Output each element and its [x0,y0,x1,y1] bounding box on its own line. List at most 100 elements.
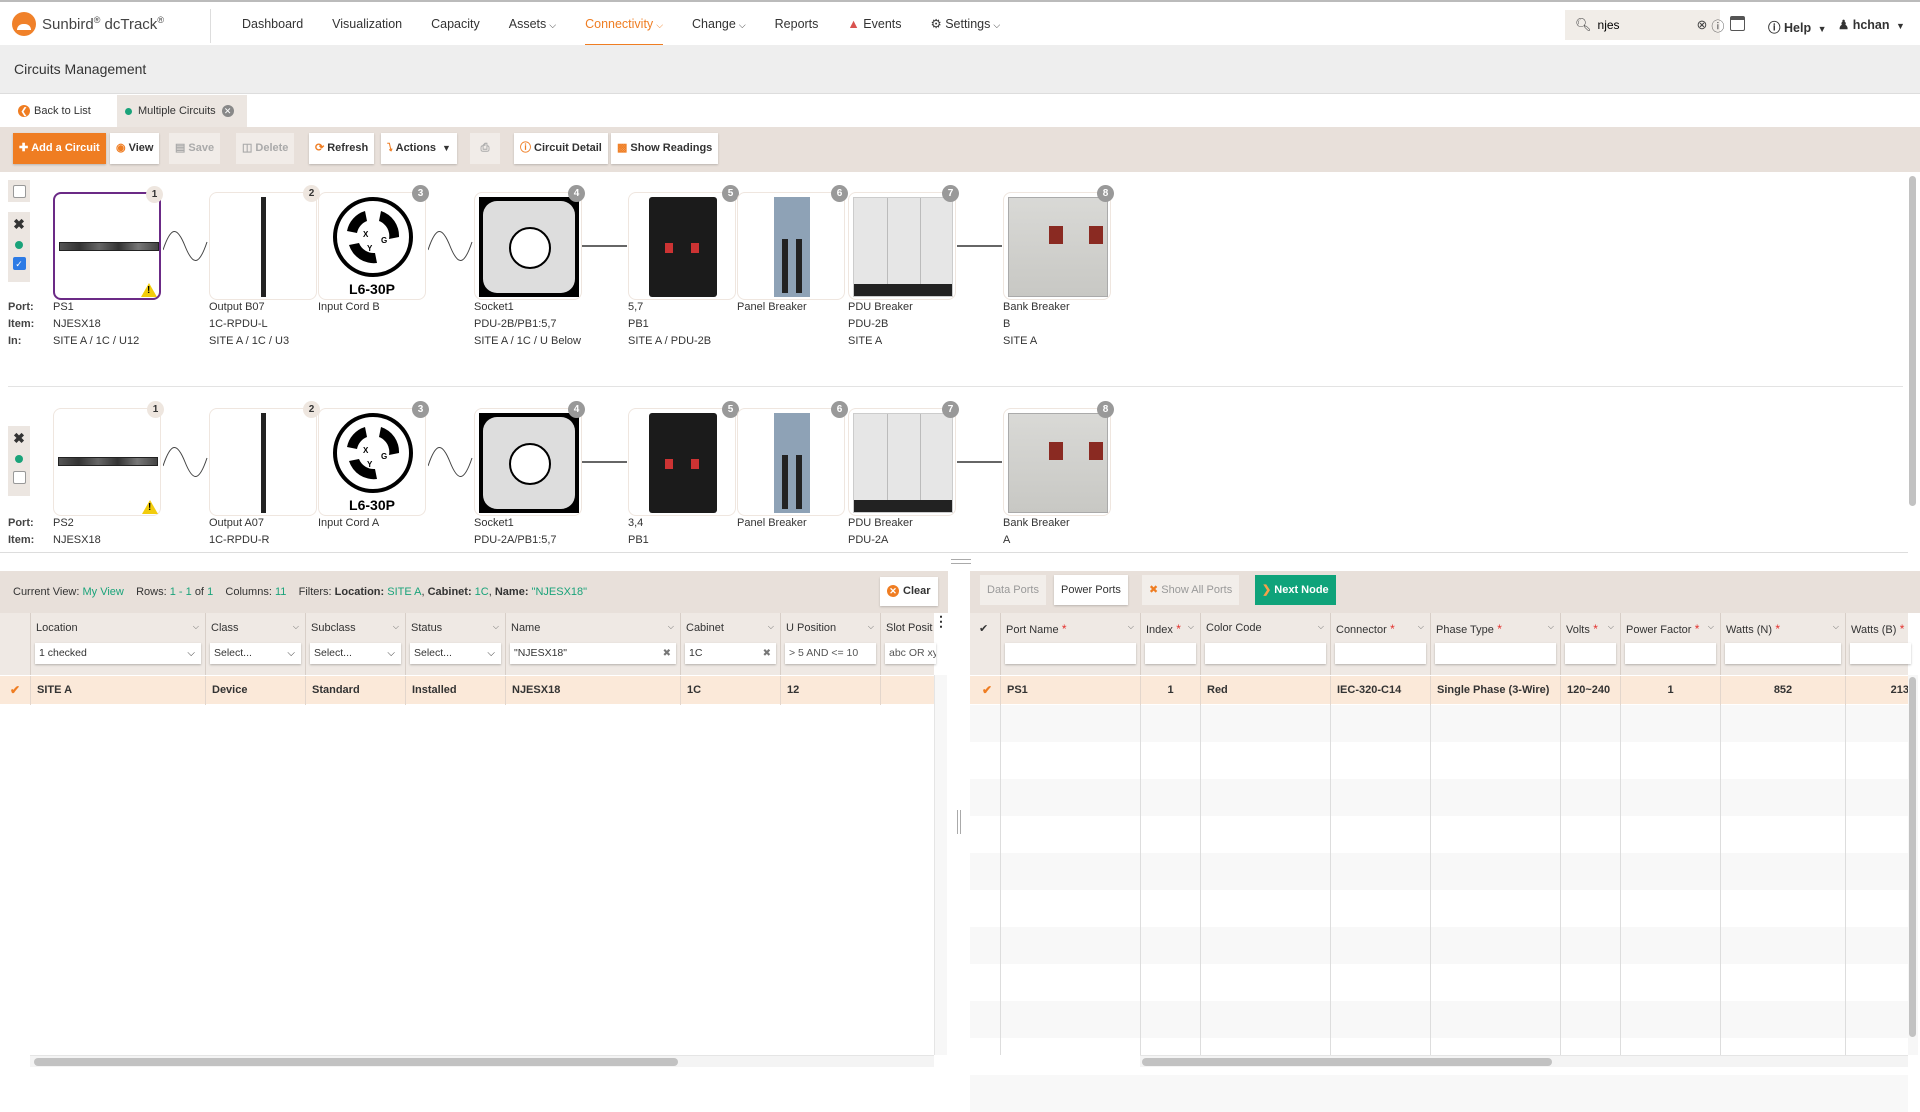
column-menu-chevron-icon[interactable]: ⌵ [493,622,499,632]
table-row[interactable]: ✔ SITE A Device Standard Installed NJESX18 1C 1… [0,675,934,705]
column-filter-input[interactable] [1205,643,1326,664]
scroll-thumb[interactable] [34,1058,678,1066]
column-filter-input[interactable] [1335,643,1426,664]
ports-grid-vscroll[interactable] [1909,677,1916,1037]
nav-item-change[interactable]: Change ⌵ [692,2,746,47]
column-header[interactable]: Name [511,622,540,634]
circuit-node-card[interactable]: 5 [628,401,739,516]
nav-item-settings[interactable]: ⚙ Settings ⌵ [931,2,1001,47]
column-header[interactable]: Volts * [1566,622,1598,636]
column-menu-chevron-icon[interactable]: ⌵ [1833,622,1839,632]
column-filter-input[interactable]: Select... ⌵ [310,643,401,664]
nav-item-capacity[interactable]: Capacity [431,2,480,47]
column-filter-input[interactable]: abc OR xyz*. [885,643,936,664]
column-menu-chevron-icon[interactable]: ⌵ [868,622,874,632]
column-filter-input[interactable] [1565,643,1616,664]
column-header[interactable]: Power Factor * [1626,622,1699,636]
column-header[interactable]: Status [411,622,442,634]
vertical-splitter-handle[interactable] [957,810,961,834]
column-header[interactable]: Location [36,622,78,634]
column-header[interactable]: Connector * [1336,622,1395,636]
search-input[interactable] [1597,18,1693,32]
circuit-node-card[interactable]: 1 [53,186,163,300]
column-header[interactable]: Cabinet [686,622,724,634]
logo[interactable]: Sunbird® dcTrack® [12,12,164,36]
column-filter-input[interactable]: 1 checked ⌵ [35,643,201,664]
circuit-node-card[interactable]: 4 [474,401,585,516]
search-help-icon[interactable]: ⓘ [1711,16,1724,35]
user-menu[interactable]: ♟ hchan ▼ [1838,17,1905,32]
circuit-node-card[interactable]: X G Y L6-30P 3 [318,185,429,300]
column-header[interactable]: Port Name * [1006,622,1067,636]
view-button[interactable]: ◉ View [110,133,160,164]
column-header[interactable]: Class [211,622,239,634]
circuit-node-card[interactable]: 2 [209,185,320,300]
items-grid-hscroll[interactable] [30,1055,934,1067]
column-menu-chevron-icon[interactable]: ⌵ [1188,622,1194,632]
data-ports-button[interactable]: Data Ports [980,575,1046,605]
current-view-link[interactable]: My View [83,586,124,598]
circuit-1-checkbox[interactable]: ✓ [12,257,26,270]
circuit-node-card[interactable]: 7 [848,401,959,516]
column-header[interactable]: Watts (N) * [1726,622,1780,636]
show-all-ports-button[interactable]: ✖ Show All Ports [1142,575,1240,605]
circuit-node-card[interactable]: 8 [1003,401,1114,516]
next-node-button[interactable]: ❯ Next Node [1255,575,1336,605]
print-button[interactable]: ⎙ [470,133,500,164]
circuit-node-card[interactable]: X G Y L6-30P 3 [318,401,429,516]
column-menu-chevron-icon[interactable]: ⌵ [1128,622,1134,632]
column-header[interactable]: Index * [1146,622,1181,636]
delete-button[interactable]: ◫ Delete [236,133,295,164]
column-filter-input[interactable]: "NJESX18" ✖ [510,643,676,664]
circuit-node-card[interactable]: 6 [737,185,848,300]
add-circuit-button[interactable]: ✚ Add a Circuit [13,133,106,164]
calendar-icon[interactable] [1730,16,1745,31]
nav-item-visualization[interactable]: Visualization [332,2,402,47]
ports-grid-hscroll[interactable] [1140,1055,1908,1067]
horizontal-splitter-handle[interactable] [951,559,971,564]
column-menu-chevron-icon[interactable]: ⌵ [393,622,399,632]
close-tab-icon[interactable]: ✕ [221,105,234,118]
remove-circuit-icon[interactable]: ✖ [8,430,30,447]
column-menu-chevron-icon[interactable]: ⌵ [193,622,199,632]
nav-item-reports[interactable]: Reports [775,2,819,47]
column-filter-input[interactable] [1145,643,1196,664]
column-filter-input[interactable] [1725,643,1841,664]
column-header[interactable]: Color Code [1206,622,1262,634]
save-button[interactable]: ▤ Save [169,133,221,164]
circuit-node-card[interactable]: 8 [1003,185,1114,300]
column-filter-input[interactable] [1005,643,1136,664]
column-menu-chevron-icon[interactable]: ⌵ [768,622,774,632]
nav-item-connectivity[interactable]: Connectivity ⌵ [585,2,663,47]
actions-dropdown[interactable]: ⭝ Actions ▼ [381,133,457,164]
back-to-list-tab[interactable]: ❮ Back to List [18,95,91,127]
circuit-detail-button[interactable]: ⓘ Circuit Detail [514,133,608,164]
clear-filter-icon[interactable]: ✖ [663,643,671,664]
column-menu-chevron-icon[interactable]: ⌵ [1318,622,1324,632]
power-ports-button[interactable]: Power Ports [1054,575,1128,605]
column-menu-chevron-icon[interactable]: ⌵ [668,622,674,632]
clear-search-icon[interactable]: ⊗ [1697,17,1708,33]
circuit-node-card[interactable]: 6 [737,401,848,516]
column-header[interactable]: Subclass [311,622,356,634]
help-menu[interactable]: ⓘ Help ▼ [1768,17,1827,36]
column-menu-icon[interactable]: ⋮ [934,614,948,641]
nav-item-dashboard[interactable]: Dashboard [242,2,303,47]
check-all-icon[interactable]: ✔ [979,622,988,635]
circuit-node-card[interactable]: 2 [209,401,320,516]
column-filter-input[interactable] [1850,643,1911,664]
column-filter-input[interactable]: Select... ⌵ [210,643,301,664]
circuit-node-card[interactable]: 7 [848,185,959,300]
select-all-checkbox[interactable] [12,185,26,198]
nav-item-events[interactable]: ▲ Events [847,2,901,47]
column-menu-chevron-icon[interactable]: ⌵ [1418,622,1424,632]
column-menu-chevron-icon[interactable]: ⌵ [1608,622,1614,632]
show-readings-button[interactable]: ▩ Show Readings [611,133,719,164]
items-grid-vscroll[interactable] [934,675,947,1055]
remove-circuit-icon[interactable]: ✖ [8,216,30,233]
column-filter-input[interactable] [1435,643,1556,664]
column-menu-chevron-icon[interactable]: ⌵ [1708,622,1714,632]
clear-filter-icon[interactable]: ✖ [763,643,771,664]
nav-item-assets[interactable]: Assets ⌵ [509,2,556,47]
column-menu-chevron-icon[interactable]: ⌵ [1548,622,1554,632]
